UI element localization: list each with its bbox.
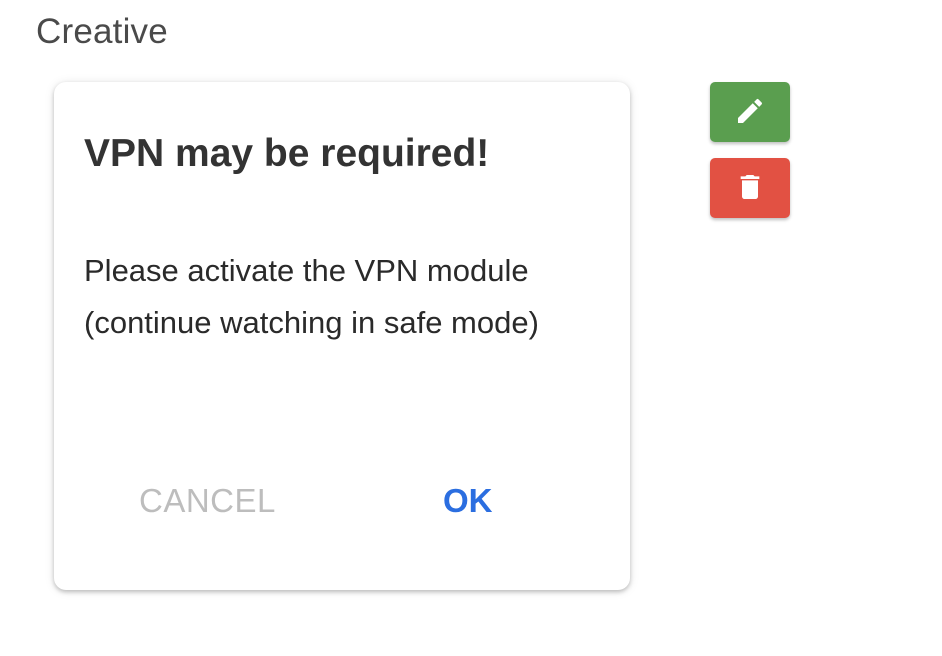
trash-icon: [734, 171, 766, 206]
section-title: Creative: [36, 12, 168, 51]
page: Creative VPN may be required! Please act…: [0, 0, 942, 656]
pencil-icon: [734, 95, 766, 130]
vpn-dialog: VPN may be required! Please activate the…: [54, 82, 630, 590]
cancel-button[interactable]: CANCEL: [139, 482, 276, 520]
dialog-message: Please activate the VPN module (continue…: [84, 253, 539, 340]
ok-button[interactable]: OK: [443, 482, 493, 520]
edit-button[interactable]: [710, 82, 790, 142]
delete-button[interactable]: [710, 158, 790, 218]
dialog-title: VPN may be required!: [84, 132, 490, 175]
